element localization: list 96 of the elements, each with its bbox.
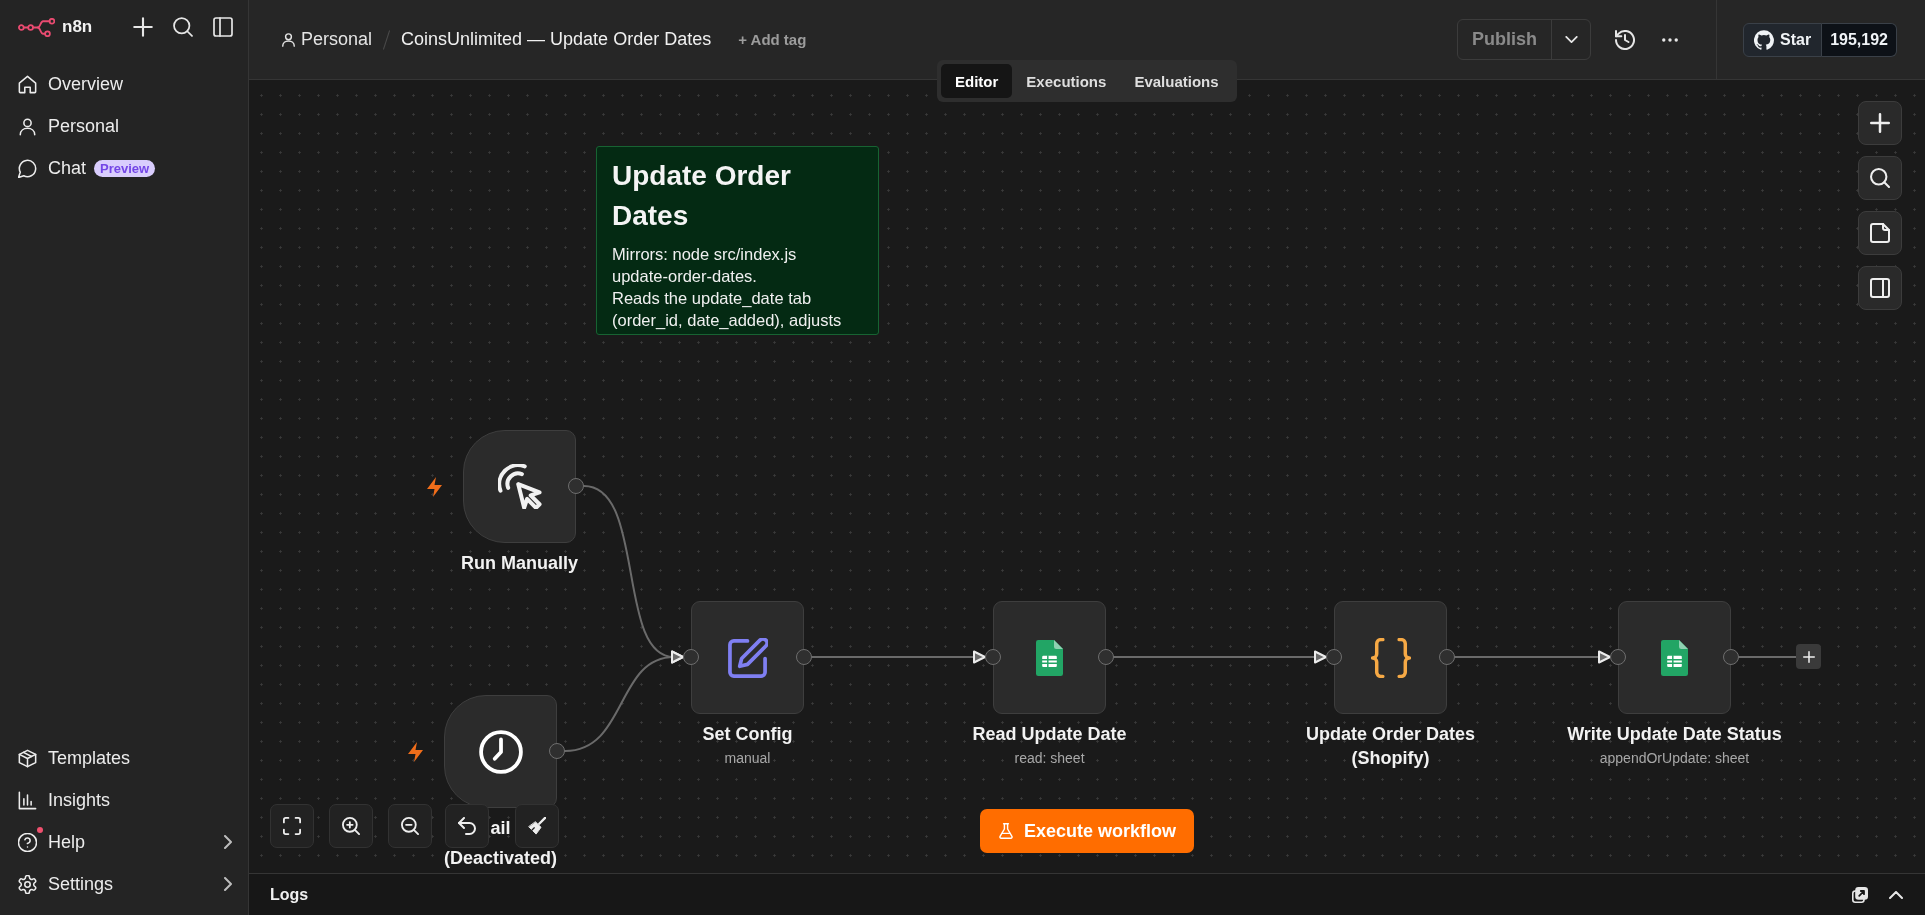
sidebar-nav-item[interactable]: Insights bbox=[18, 789, 111, 811]
spreadsheet-icon bbox=[1661, 639, 1688, 676]
output-handle[interactable] bbox=[1439, 649, 1455, 665]
fit-view-button[interactable] bbox=[270, 804, 314, 848]
sidebar-nav-item[interactable]: Personal bbox=[18, 115, 120, 137]
sticky-text: Mirrors: node src/index.js update-order-dates. bbox=[612, 244, 798, 287]
plus-icon bbox=[1870, 113, 1890, 133]
breadcrumb-link[interactable]: Personal bbox=[282, 29, 373, 50]
zoom-out-button[interactable] bbox=[388, 804, 432, 848]
output-handle[interactable] bbox=[568, 478, 584, 494]
action-node[interactable] bbox=[1334, 601, 1447, 714]
add-sticky-button[interactable] bbox=[1858, 211, 1902, 255]
trigger-node[interactable] bbox=[444, 695, 557, 808]
workflow-title[interactable]: CoinsUnlimited — Update Order Dates bbox=[401, 29, 712, 50]
chevron-up-icon bbox=[1889, 890, 1903, 899]
node-title: Run Manually bbox=[461, 552, 578, 575]
input-handle[interactable] bbox=[1610, 649, 1626, 665]
clock-icon bbox=[478, 729, 523, 774]
add-node-panel-button[interactable] bbox=[1858, 101, 1902, 145]
output-handle[interactable] bbox=[1098, 649, 1114, 665]
output-handle[interactable] bbox=[549, 743, 565, 759]
github-icon bbox=[1754, 29, 1775, 50]
logo-icon bbox=[18, 17, 55, 37]
zoom-out-icon bbox=[401, 817, 419, 835]
tidy-up-button[interactable] bbox=[515, 804, 559, 848]
action-node[interactable] bbox=[691, 601, 804, 714]
add-tag-button[interactable]: + Add tag bbox=[738, 31, 807, 48]
github-star-button[interactable]: Star bbox=[1743, 22, 1823, 57]
sidebar-nav-item[interactable]: Templates bbox=[18, 747, 131, 769]
zoom-in-button[interactable] bbox=[329, 804, 373, 848]
settings-icon bbox=[18, 874, 37, 894]
node-title: ail bbox=[490, 817, 511, 840]
plus-icon bbox=[133, 17, 153, 37]
lightning-icon bbox=[427, 477, 442, 497]
input-handle[interactable] bbox=[683, 649, 699, 665]
input-handle[interactable] bbox=[985, 649, 1001, 665]
sticky-title: Update Order Dates bbox=[612, 159, 792, 233]
action-node[interactable] bbox=[993, 601, 1106, 714]
history-icon bbox=[1615, 29, 1636, 50]
node-title: Write Update Date Status bbox=[1567, 723, 1782, 746]
view-tab[interactable]: Evaluations bbox=[1120, 64, 1233, 98]
search-icon bbox=[1870, 168, 1890, 188]
logs-title[interactable]: Logs bbox=[270, 885, 309, 904]
note-icon bbox=[1870, 223, 1890, 243]
arrow-box-icon bbox=[1852, 886, 1868, 903]
sidebar-nav-item[interactable]: Settings bbox=[18, 873, 114, 895]
sidebar-nav-item[interactable]: Chat bbox=[18, 157, 87, 179]
output-handle[interactable] bbox=[1723, 649, 1739, 665]
help-icon bbox=[18, 832, 37, 852]
curly-braces-icon bbox=[1370, 637, 1411, 678]
side-panel-icon bbox=[1870, 278, 1890, 298]
person-icon bbox=[18, 116, 37, 136]
chat-bubble-icon bbox=[18, 158, 37, 178]
house-icon bbox=[18, 74, 37, 94]
search-button[interactable] bbox=[1858, 156, 1902, 200]
package-icon bbox=[18, 748, 37, 768]
node-subtitle: appendOrUpdate: sheet bbox=[1599, 749, 1750, 767]
bar-chart-icon bbox=[18, 790, 37, 810]
undo-button[interactable] bbox=[445, 804, 489, 848]
node-status: (Deactivated) bbox=[443, 848, 557, 868]
sidebar-nav-item[interactable]: Help bbox=[18, 831, 86, 853]
node-subtitle: read: sheet bbox=[1014, 749, 1085, 767]
output-handle[interactable] bbox=[796, 649, 812, 665]
ellipsis-icon bbox=[1662, 37, 1679, 42]
sticky-text: Reads the update_date tab (order_id, date_added), adjusts bbox=[612, 288, 843, 331]
sidebar-panel-icon bbox=[213, 17, 233, 37]
view-tab[interactable]: Editor bbox=[941, 64, 1013, 98]
panel-toggle-button[interactable] bbox=[1858, 266, 1902, 310]
corners-icon bbox=[283, 817, 301, 835]
zoom-in-icon bbox=[342, 817, 360, 835]
sidebar-nav-item[interactable]: Overview bbox=[18, 73, 123, 95]
cursor-click-icon bbox=[497, 464, 542, 509]
node-subtitle: manual bbox=[724, 749, 771, 767]
node-title: Update Order Dates (Shopify) bbox=[1304, 723, 1477, 770]
trigger-node[interactable] bbox=[463, 430, 576, 543]
action-node[interactable] bbox=[1618, 601, 1731, 714]
node-title: Read Update Date bbox=[972, 723, 1127, 746]
undo-icon bbox=[458, 817, 476, 835]
star-count: 195,192 bbox=[1822, 22, 1897, 57]
chevron-down-icon bbox=[1564, 36, 1578, 43]
broom-icon bbox=[528, 817, 546, 835]
pencil-square-icon bbox=[727, 637, 768, 678]
plus-icon bbox=[1802, 650, 1815, 663]
flask-icon bbox=[998, 823, 1014, 839]
lightning-icon bbox=[408, 742, 423, 762]
input-handle[interactable] bbox=[1326, 649, 1342, 665]
view-tab[interactable]: Executions bbox=[1012, 64, 1121, 98]
spreadsheet-icon bbox=[1036, 639, 1063, 676]
node-title: Set Config bbox=[702, 723, 793, 746]
add-node-button[interactable] bbox=[1796, 644, 1821, 669]
logo-text: n8n bbox=[62, 17, 93, 37]
sticky-note[interactable]: Update Order Dates Mirrors: node src/index.js update-order-dates. Reads the update_date tab (order_id, date_added), adjusts bbox=[596, 146, 879, 335]
search-icon bbox=[173, 17, 193, 37]
feature-badge: Preview bbox=[94, 159, 156, 177]
connection-line bbox=[1738, 656, 1797, 658]
person-icon bbox=[282, 32, 295, 47]
